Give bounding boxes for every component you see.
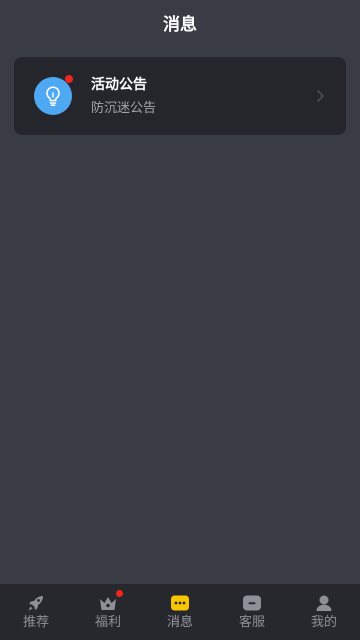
bottom-tab-bar: 推荐 福利 消息 客服 我的 bbox=[0, 584, 360, 640]
unread-dot bbox=[65, 75, 73, 83]
notice-text: 活动公告 防沉迷公告 bbox=[91, 75, 156, 118]
tab-messages-label: 消息 bbox=[166, 615, 193, 630]
tab-recommend-icon-wrap bbox=[26, 594, 46, 612]
tab-mine[interactable]: 我的 bbox=[288, 584, 360, 640]
rocket-icon bbox=[28, 596, 43, 611]
notice-card[interactable]: 活动公告 防沉迷公告 bbox=[14, 57, 346, 135]
tab-messages-icon-wrap bbox=[170, 594, 190, 612]
notice-title: 活动公告 bbox=[91, 76, 147, 93]
tab-recommend-label: 推荐 bbox=[22, 615, 49, 630]
notice-icon-wrap bbox=[34, 75, 73, 115]
page-title: 消息 bbox=[163, 14, 197, 35]
notice-subtitle: 防沉迷公告 bbox=[91, 100, 157, 116]
chevron-right-icon bbox=[317, 90, 324, 102]
service-icon bbox=[243, 595, 261, 611]
tab-welfare-icon-wrap bbox=[98, 590, 123, 612]
tab-welfare-label: 福利 bbox=[94, 615, 121, 630]
tab-service-label: 客服 bbox=[238, 615, 265, 630]
tab-welfare[interactable]: 福利 bbox=[72, 584, 144, 640]
header: 消息 bbox=[0, 0, 360, 44]
crown-icon bbox=[100, 597, 116, 610]
message-icon bbox=[171, 595, 189, 611]
user-icon bbox=[316, 595, 332, 611]
tab-service-icon-wrap bbox=[242, 594, 262, 612]
welfare-badge-dot bbox=[116, 590, 123, 597]
lightbulb-icon bbox=[34, 77, 72, 115]
tab-mine-icon-wrap bbox=[314, 594, 334, 612]
tab-recommend[interactable]: 推荐 bbox=[0, 584, 72, 640]
tab-messages[interactable]: 消息 bbox=[144, 584, 216, 640]
messages-screen: 消息 活动公告 防沉迷公告 推荐 福利 消息 客服 我的 bbox=[0, 0, 360, 640]
tab-mine-label: 我的 bbox=[310, 615, 337, 630]
tab-service[interactable]: 客服 bbox=[216, 584, 288, 640]
